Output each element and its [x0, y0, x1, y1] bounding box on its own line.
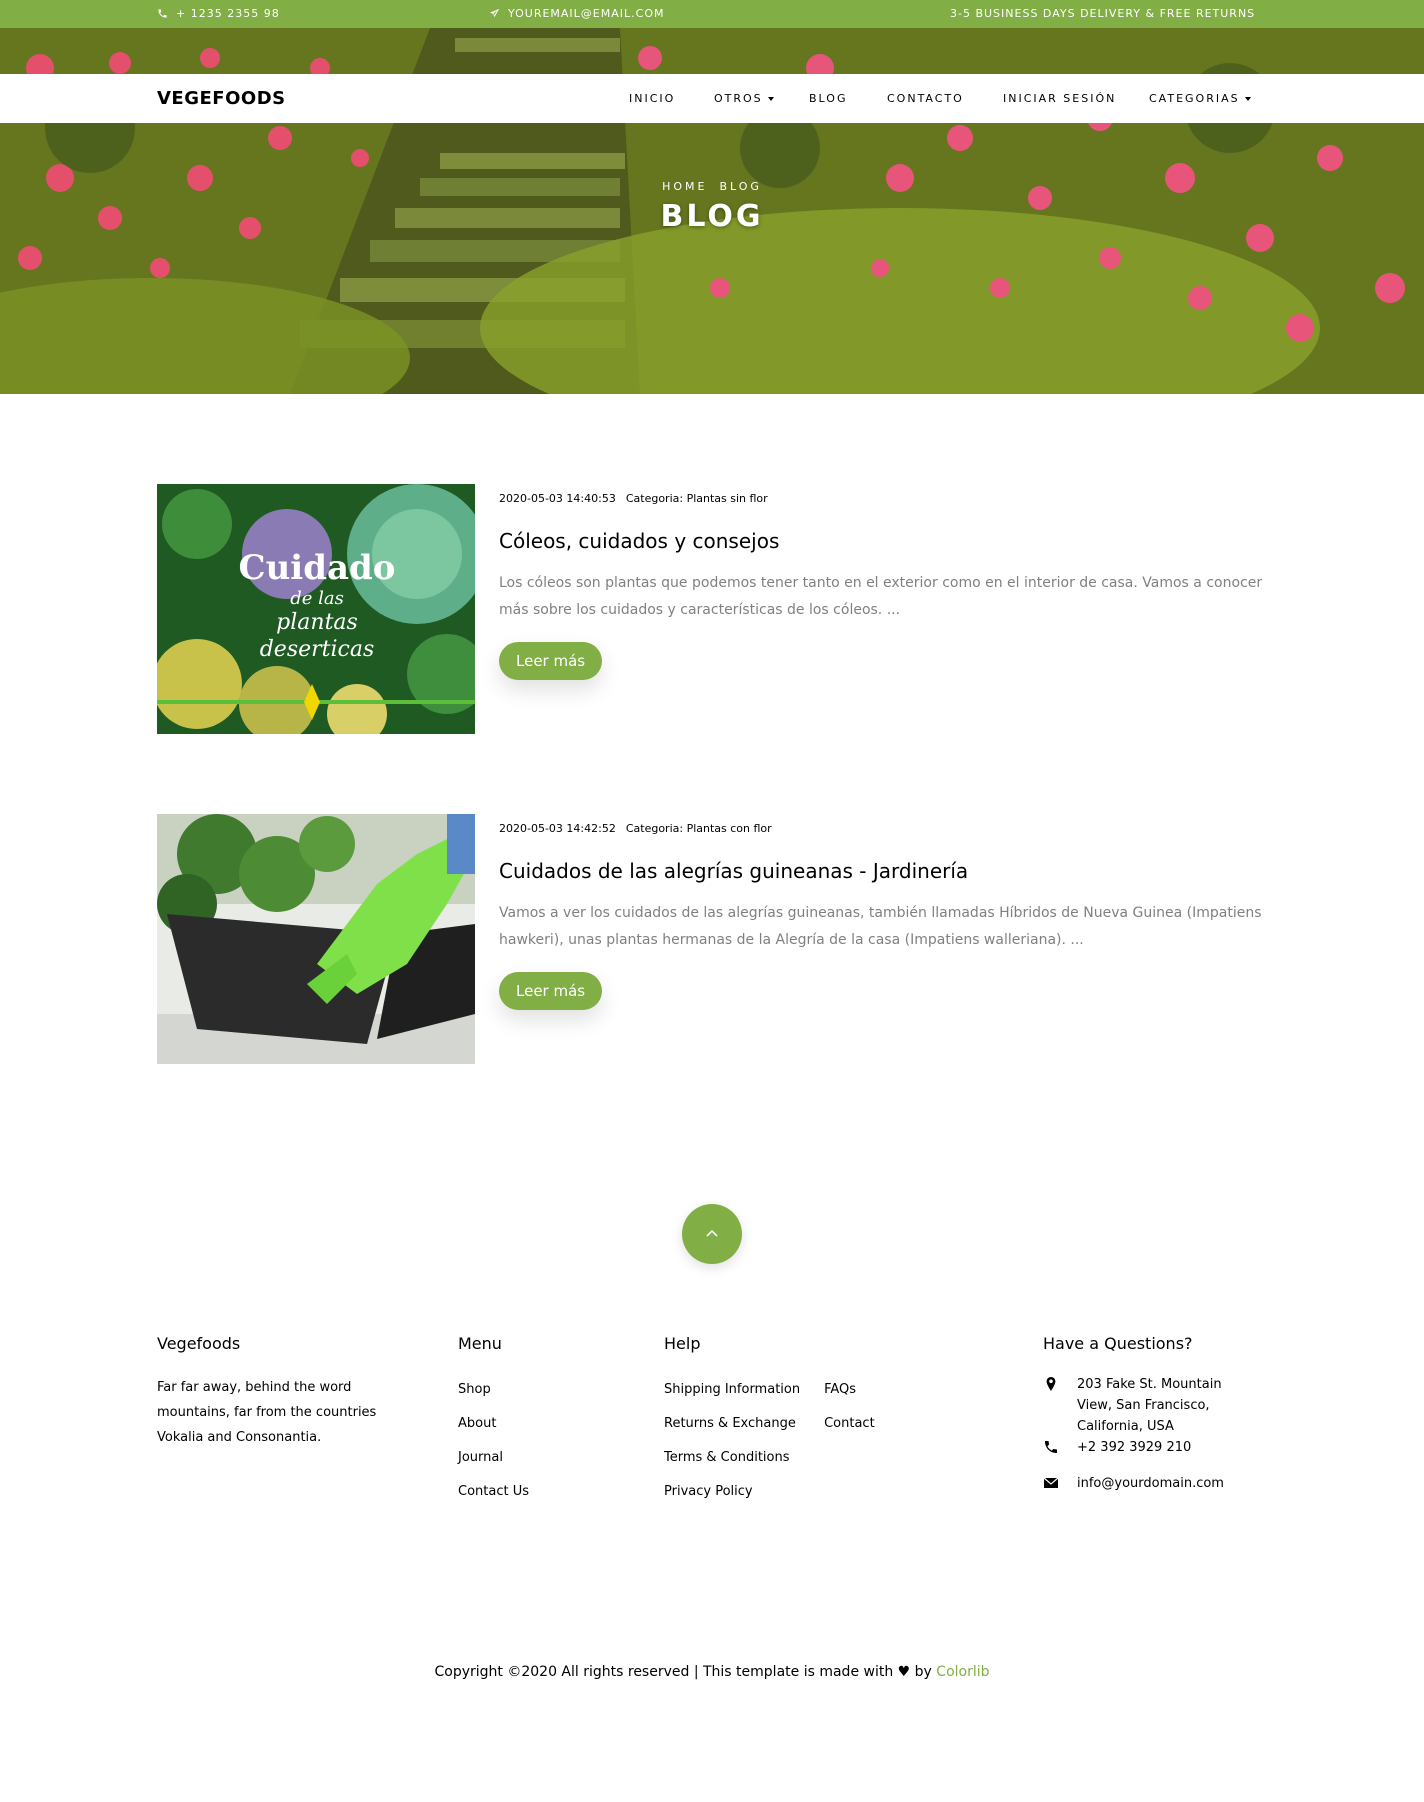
top-info-bar: + 1235 2355 98 YOUREMAIL@EMAIL.COM 3-5 B… [0, 0, 1424, 28]
image-caption-line: deserticas [260, 637, 375, 662]
contact-email-text: info@yourdomain.com [1077, 1476, 1224, 1491]
footer-help-columns: Shipping Information Returns & Exchange … [664, 1382, 984, 1518]
nav-label: INICIO [629, 92, 676, 105]
post-category[interactable]: Categoria: Plantas sin flor [626, 492, 768, 505]
footer-link-contact-us[interactable]: Contact Us [458, 1484, 608, 1499]
succulents-image: Cuidado de las plantas deserticas [157, 484, 475, 734]
footer-contact: Have a Questions? 203 Fake St. Mountain … [1043, 1334, 1273, 1494]
image-caption-line: Cuidado [239, 548, 396, 588]
nav-item-blog[interactable]: BLOG [809, 92, 847, 105]
breadcrumb: HOME BLOG [0, 180, 1424, 193]
topbar-phone-text: + 1235 2355 98 [176, 7, 280, 20]
footer-help-links-right: FAQs Contact [824, 1382, 875, 1518]
chevron-up-icon [706, 1229, 718, 1237]
post-date[interactable]: 2020-05-03 14:42:52 [499, 822, 616, 835]
footer-link-contact[interactable]: Contact [824, 1416, 875, 1431]
brand-logo[interactable]: VEGEFOODS [157, 88, 286, 109]
heart-icon: ♥ [897, 1664, 911, 1680]
footer-link-journal[interactable]: Journal [458, 1450, 608, 1465]
topbar-phone: + 1235 2355 98 [157, 7, 280, 20]
post-excerpt: Los cóleos son plantas que podemos tener… [499, 575, 1263, 618]
post-date[interactable]: 2020-05-03 14:40:53 [499, 492, 616, 505]
post-category[interactable]: Categoria: Plantas con flor [626, 822, 772, 835]
nav-item-inicio[interactable]: INICIO [629, 92, 675, 105]
footer-help-links-left: Shipping Information Returns & Exchange … [664, 1382, 800, 1518]
footer-link-terms[interactable]: Terms & Conditions [664, 1450, 800, 1465]
nav-label: BLOG [809, 92, 848, 105]
nav-item-iniciar-sesion[interactable]: INICIAR SESIÓN [1003, 92, 1116, 105]
footer-menu: Menu Shop About Journal Contact Us [458, 1334, 608, 1518]
gardening-gloves-image [157, 814, 475, 1064]
nav-label: INICIAR SESIÓN [1003, 92, 1117, 105]
contact-address-text: 203 Fake St. Mountain View, San Francisc… [1077, 1377, 1222, 1434]
footer-about: Vegefoods Far far away, behind the word … [157, 1334, 377, 1450]
image-caption-line: plantas [276, 610, 358, 635]
nav-item-otros[interactable]: OTROS [714, 92, 774, 105]
contact-address: 203 Fake St. Mountain View, San Francisc… [1043, 1374, 1273, 1437]
post-thumbnail[interactable]: Cuidado de las plantas deserticas [157, 484, 475, 734]
contact-email[interactable]: info@yourdomain.com [1043, 1473, 1273, 1494]
post-meta: 2020-05-03 14:42:52 Categoria: Plantas c… [499, 822, 1267, 835]
copyright: Copyright ©2020 All rights reserved | Th… [0, 1664, 1424, 1680]
nav-label: OTROS [714, 92, 763, 105]
topbar-shipping: 3-5 BUSINESS DAYS DELIVERY & FREE RETURN… [950, 7, 1255, 20]
footer-link-returns[interactable]: Returns & Exchange [664, 1416, 800, 1431]
envelope-icon [1043, 1477, 1059, 1488]
footer-help-title: Help [664, 1334, 701, 1353]
blog-post: Cuidado de las plantas deserticas 2020-0… [157, 484, 1267, 734]
breadcrumb-home[interactable]: HOME [662, 180, 707, 193]
post-title[interactable]: Cuidados de las alegrías guineanas - Jar… [499, 859, 1267, 883]
topbar-email-text: YOUREMAIL@EMAIL.COM [508, 7, 665, 20]
footer-link-faqs[interactable]: FAQs [824, 1382, 875, 1397]
main-navbar: VEGEFOODS INICIO OTROS BLOG CONTACTO INI… [0, 74, 1424, 123]
footer-about-title: Vegefoods [157, 1334, 241, 1353]
nav-label: CATEGORIAS [1149, 92, 1240, 105]
scroll-to-top-button[interactable] [682, 1204, 742, 1264]
read-more-button[interactable]: Leer más [499, 972, 603, 1010]
footer-menu-links: Shop About Journal Contact Us [458, 1382, 608, 1499]
footer-menu-title: Menu [458, 1334, 502, 1353]
footer-link-shipping[interactable]: Shipping Information [664, 1382, 800, 1397]
topbar-email: YOUREMAIL@EMAIL.COM [489, 7, 664, 20]
page-title: BLOG [660, 199, 764, 234]
caret-down-icon [1244, 96, 1251, 101]
footer-about-text: Far far away, behind the word mountains,… [157, 1380, 377, 1445]
nav-label: CONTACTO [887, 92, 964, 105]
footer-contact-list: 203 Fake St. Mountain View, San Francisc… [1043, 1374, 1273, 1494]
paper-plane-icon [489, 8, 500, 18]
contact-phone-text: +2 392 3929 210 [1077, 1440, 1192, 1455]
contact-phone[interactable]: +2 392 3929 210 [1043, 1437, 1273, 1458]
read-more-button[interactable]: Leer más [499, 642, 603, 680]
post-body: 2020-05-03 14:42:52 Categoria: Plantas c… [499, 822, 1267, 1010]
copyright-text: Copyright ©2020 All rights reserved | Th… [434, 1664, 894, 1680]
post-excerpt: Vamos a ver los cuidados de las alegrías… [499, 905, 1262, 948]
map-pin-icon [1046, 1377, 1056, 1391]
hero-text: HOME BLOG BLOG [0, 180, 1424, 234]
phone-icon [1045, 1441, 1057, 1453]
copyright-by: by [914, 1664, 932, 1680]
footer-help: Help Shipping Information Returns & Exch… [664, 1334, 984, 1518]
image-caption-line: de las [290, 588, 344, 609]
footer-link-about[interactable]: About [458, 1416, 608, 1431]
post-thumbnail[interactable] [157, 814, 475, 1064]
phone-icon [158, 9, 167, 18]
post-title[interactable]: Cóleos, cuidados y consejos [499, 529, 1267, 553]
nav-item-categorias[interactable]: CATEGORIAS [1149, 92, 1251, 105]
topbar-shipping-text: 3-5 BUSINESS DAYS DELIVERY & FREE RETURN… [950, 7, 1256, 20]
footer-link-privacy[interactable]: Privacy Policy [664, 1484, 800, 1499]
caret-down-icon [767, 96, 774, 101]
footer-link-shop[interactable]: Shop [458, 1382, 608, 1397]
post-meta: 2020-05-03 14:40:53 Categoria: Plantas s… [499, 492, 1267, 505]
blog-post: 2020-05-03 14:42:52 Categoria: Plantas c… [157, 814, 1267, 1064]
colorlib-link[interactable]: Colorlib [936, 1664, 989, 1680]
post-body: 2020-05-03 14:40:53 Categoria: Plantas s… [499, 492, 1267, 680]
footer-contact-title: Have a Questions? [1043, 1334, 1193, 1353]
breadcrumb-blog: BLOG [719, 180, 762, 193]
nav-item-contacto[interactable]: CONTACTO [887, 92, 964, 105]
